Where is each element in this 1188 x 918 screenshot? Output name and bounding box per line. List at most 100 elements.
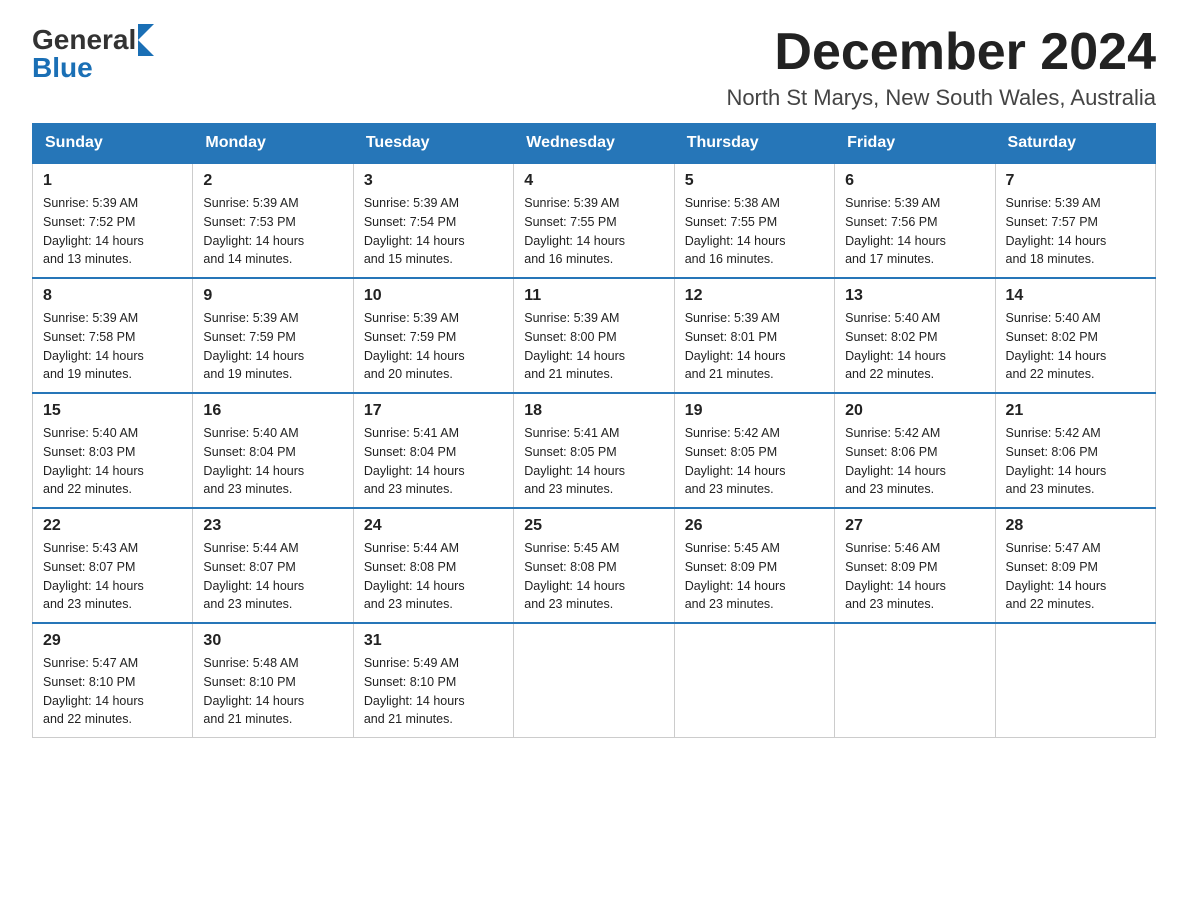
day-info: Sunrise: 5:39 AM Sunset: 7:57 PM Dayligh… bbox=[1006, 194, 1145, 269]
day-cell: 21 Sunrise: 5:42 AM Sunset: 8:06 PM Dayl… bbox=[995, 393, 1155, 508]
day-number: 26 bbox=[685, 517, 824, 535]
day-cell: 27 Sunrise: 5:46 AM Sunset: 8:09 PM Dayl… bbox=[835, 508, 995, 623]
day-info: Sunrise: 5:39 AM Sunset: 7:53 PM Dayligh… bbox=[203, 194, 342, 269]
day-info: Sunrise: 5:38 AM Sunset: 7:55 PM Dayligh… bbox=[685, 194, 824, 269]
day-cell: 5 Sunrise: 5:38 AM Sunset: 7:55 PM Dayli… bbox=[674, 163, 834, 278]
week-row-1: 1 Sunrise: 5:39 AM Sunset: 7:52 PM Dayli… bbox=[33, 163, 1156, 278]
day-info: Sunrise: 5:48 AM Sunset: 8:10 PM Dayligh… bbox=[203, 654, 342, 729]
location-subtitle: North St Marys, New South Wales, Austral… bbox=[726, 85, 1156, 111]
page-header: General Blue December 2024 North St Mary… bbox=[32, 24, 1156, 111]
day-cell: 15 Sunrise: 5:40 AM Sunset: 8:03 PM Dayl… bbox=[33, 393, 193, 508]
calendar-table: Sunday Monday Tuesday Wednesday Thursday… bbox=[32, 123, 1156, 738]
day-cell: 29 Sunrise: 5:47 AM Sunset: 8:10 PM Dayl… bbox=[33, 623, 193, 738]
day-cell: 10 Sunrise: 5:39 AM Sunset: 7:59 PM Dayl… bbox=[353, 278, 513, 393]
calendar-header-row: Sunday Monday Tuesday Wednesday Thursday… bbox=[33, 124, 1156, 164]
day-cell: 22 Sunrise: 5:43 AM Sunset: 8:07 PM Dayl… bbox=[33, 508, 193, 623]
day-info: Sunrise: 5:41 AM Sunset: 8:04 PM Dayligh… bbox=[364, 424, 503, 499]
day-cell: 7 Sunrise: 5:39 AM Sunset: 7:57 PM Dayli… bbox=[995, 163, 1155, 278]
day-number: 13 bbox=[845, 287, 984, 305]
day-cell: 18 Sunrise: 5:41 AM Sunset: 8:05 PM Dayl… bbox=[514, 393, 674, 508]
col-monday: Monday bbox=[193, 124, 353, 164]
day-number: 5 bbox=[685, 172, 824, 190]
day-number: 2 bbox=[203, 172, 342, 190]
col-sunday: Sunday bbox=[33, 124, 193, 164]
day-number: 6 bbox=[845, 172, 984, 190]
day-info: Sunrise: 5:44 AM Sunset: 8:07 PM Dayligh… bbox=[203, 539, 342, 614]
day-cell: 19 Sunrise: 5:42 AM Sunset: 8:05 PM Dayl… bbox=[674, 393, 834, 508]
day-number: 22 bbox=[43, 517, 182, 535]
day-number: 25 bbox=[524, 517, 663, 535]
day-number: 21 bbox=[1006, 402, 1145, 420]
day-number: 3 bbox=[364, 172, 503, 190]
day-number: 28 bbox=[1006, 517, 1145, 535]
day-info: Sunrise: 5:39 AM Sunset: 8:00 PM Dayligh… bbox=[524, 309, 663, 384]
day-number: 29 bbox=[43, 632, 182, 650]
day-number: 23 bbox=[203, 517, 342, 535]
day-cell: 23 Sunrise: 5:44 AM Sunset: 8:07 PM Dayl… bbox=[193, 508, 353, 623]
day-info: Sunrise: 5:42 AM Sunset: 8:06 PM Dayligh… bbox=[845, 424, 984, 499]
col-tuesday: Tuesday bbox=[353, 124, 513, 164]
day-number: 15 bbox=[43, 402, 182, 420]
day-cell bbox=[835, 623, 995, 738]
logo: General Blue bbox=[32, 24, 154, 84]
day-number: 14 bbox=[1006, 287, 1145, 305]
day-info: Sunrise: 5:42 AM Sunset: 8:05 PM Dayligh… bbox=[685, 424, 824, 499]
day-number: 19 bbox=[685, 402, 824, 420]
day-cell: 31 Sunrise: 5:49 AM Sunset: 8:10 PM Dayl… bbox=[353, 623, 513, 738]
day-number: 18 bbox=[524, 402, 663, 420]
day-info: Sunrise: 5:40 AM Sunset: 8:03 PM Dayligh… bbox=[43, 424, 182, 499]
month-year-title: December 2024 bbox=[726, 24, 1156, 81]
day-cell: 16 Sunrise: 5:40 AM Sunset: 8:04 PM Dayl… bbox=[193, 393, 353, 508]
day-info: Sunrise: 5:45 AM Sunset: 8:08 PM Dayligh… bbox=[524, 539, 663, 614]
day-cell: 20 Sunrise: 5:42 AM Sunset: 8:06 PM Dayl… bbox=[835, 393, 995, 508]
day-cell: 26 Sunrise: 5:45 AM Sunset: 8:09 PM Dayl… bbox=[674, 508, 834, 623]
day-info: Sunrise: 5:46 AM Sunset: 8:09 PM Dayligh… bbox=[845, 539, 984, 614]
day-info: Sunrise: 5:39 AM Sunset: 7:56 PM Dayligh… bbox=[845, 194, 984, 269]
day-number: 20 bbox=[845, 402, 984, 420]
day-info: Sunrise: 5:41 AM Sunset: 8:05 PM Dayligh… bbox=[524, 424, 663, 499]
day-cell: 4 Sunrise: 5:39 AM Sunset: 7:55 PM Dayli… bbox=[514, 163, 674, 278]
day-cell: 14 Sunrise: 5:40 AM Sunset: 8:02 PM Dayl… bbox=[995, 278, 1155, 393]
day-number: 24 bbox=[364, 517, 503, 535]
day-number: 4 bbox=[524, 172, 663, 190]
week-row-5: 29 Sunrise: 5:47 AM Sunset: 8:10 PM Dayl… bbox=[33, 623, 1156, 738]
day-number: 12 bbox=[685, 287, 824, 305]
day-info: Sunrise: 5:39 AM Sunset: 7:58 PM Dayligh… bbox=[43, 309, 182, 384]
day-cell: 30 Sunrise: 5:48 AM Sunset: 8:10 PM Dayl… bbox=[193, 623, 353, 738]
day-info: Sunrise: 5:42 AM Sunset: 8:06 PM Dayligh… bbox=[1006, 424, 1145, 499]
col-thursday: Thursday bbox=[674, 124, 834, 164]
day-info: Sunrise: 5:49 AM Sunset: 8:10 PM Dayligh… bbox=[364, 654, 503, 729]
day-number: 11 bbox=[524, 287, 663, 305]
day-cell: 1 Sunrise: 5:39 AM Sunset: 7:52 PM Dayli… bbox=[33, 163, 193, 278]
day-cell: 17 Sunrise: 5:41 AM Sunset: 8:04 PM Dayl… bbox=[353, 393, 513, 508]
day-number: 17 bbox=[364, 402, 503, 420]
day-number: 7 bbox=[1006, 172, 1145, 190]
day-cell: 13 Sunrise: 5:40 AM Sunset: 8:02 PM Dayl… bbox=[835, 278, 995, 393]
day-cell: 24 Sunrise: 5:44 AM Sunset: 8:08 PM Dayl… bbox=[353, 508, 513, 623]
calendar-title-block: December 2024 North St Marys, New South … bbox=[726, 24, 1156, 111]
day-cell: 8 Sunrise: 5:39 AM Sunset: 7:58 PM Dayli… bbox=[33, 278, 193, 393]
day-info: Sunrise: 5:39 AM Sunset: 7:55 PM Dayligh… bbox=[524, 194, 663, 269]
day-info: Sunrise: 5:43 AM Sunset: 8:07 PM Dayligh… bbox=[43, 539, 182, 614]
day-cell: 9 Sunrise: 5:39 AM Sunset: 7:59 PM Dayli… bbox=[193, 278, 353, 393]
day-cell: 28 Sunrise: 5:47 AM Sunset: 8:09 PM Dayl… bbox=[995, 508, 1155, 623]
day-info: Sunrise: 5:44 AM Sunset: 8:08 PM Dayligh… bbox=[364, 539, 503, 614]
day-number: 10 bbox=[364, 287, 503, 305]
day-info: Sunrise: 5:39 AM Sunset: 8:01 PM Dayligh… bbox=[685, 309, 824, 384]
day-info: Sunrise: 5:47 AM Sunset: 8:09 PM Dayligh… bbox=[1006, 539, 1145, 614]
day-number: 27 bbox=[845, 517, 984, 535]
day-number: 9 bbox=[203, 287, 342, 305]
day-cell bbox=[514, 623, 674, 738]
day-number: 1 bbox=[43, 172, 182, 190]
day-cell: 3 Sunrise: 5:39 AM Sunset: 7:54 PM Dayli… bbox=[353, 163, 513, 278]
day-cell bbox=[674, 623, 834, 738]
col-friday: Friday bbox=[835, 124, 995, 164]
day-cell: 25 Sunrise: 5:45 AM Sunset: 8:08 PM Dayl… bbox=[514, 508, 674, 623]
week-row-3: 15 Sunrise: 5:40 AM Sunset: 8:03 PM Dayl… bbox=[33, 393, 1156, 508]
day-info: Sunrise: 5:47 AM Sunset: 8:10 PM Dayligh… bbox=[43, 654, 182, 729]
day-info: Sunrise: 5:40 AM Sunset: 8:04 PM Dayligh… bbox=[203, 424, 342, 499]
day-number: 31 bbox=[364, 632, 503, 650]
day-info: Sunrise: 5:40 AM Sunset: 8:02 PM Dayligh… bbox=[845, 309, 984, 384]
day-cell: 11 Sunrise: 5:39 AM Sunset: 8:00 PM Dayl… bbox=[514, 278, 674, 393]
day-number: 8 bbox=[43, 287, 182, 305]
